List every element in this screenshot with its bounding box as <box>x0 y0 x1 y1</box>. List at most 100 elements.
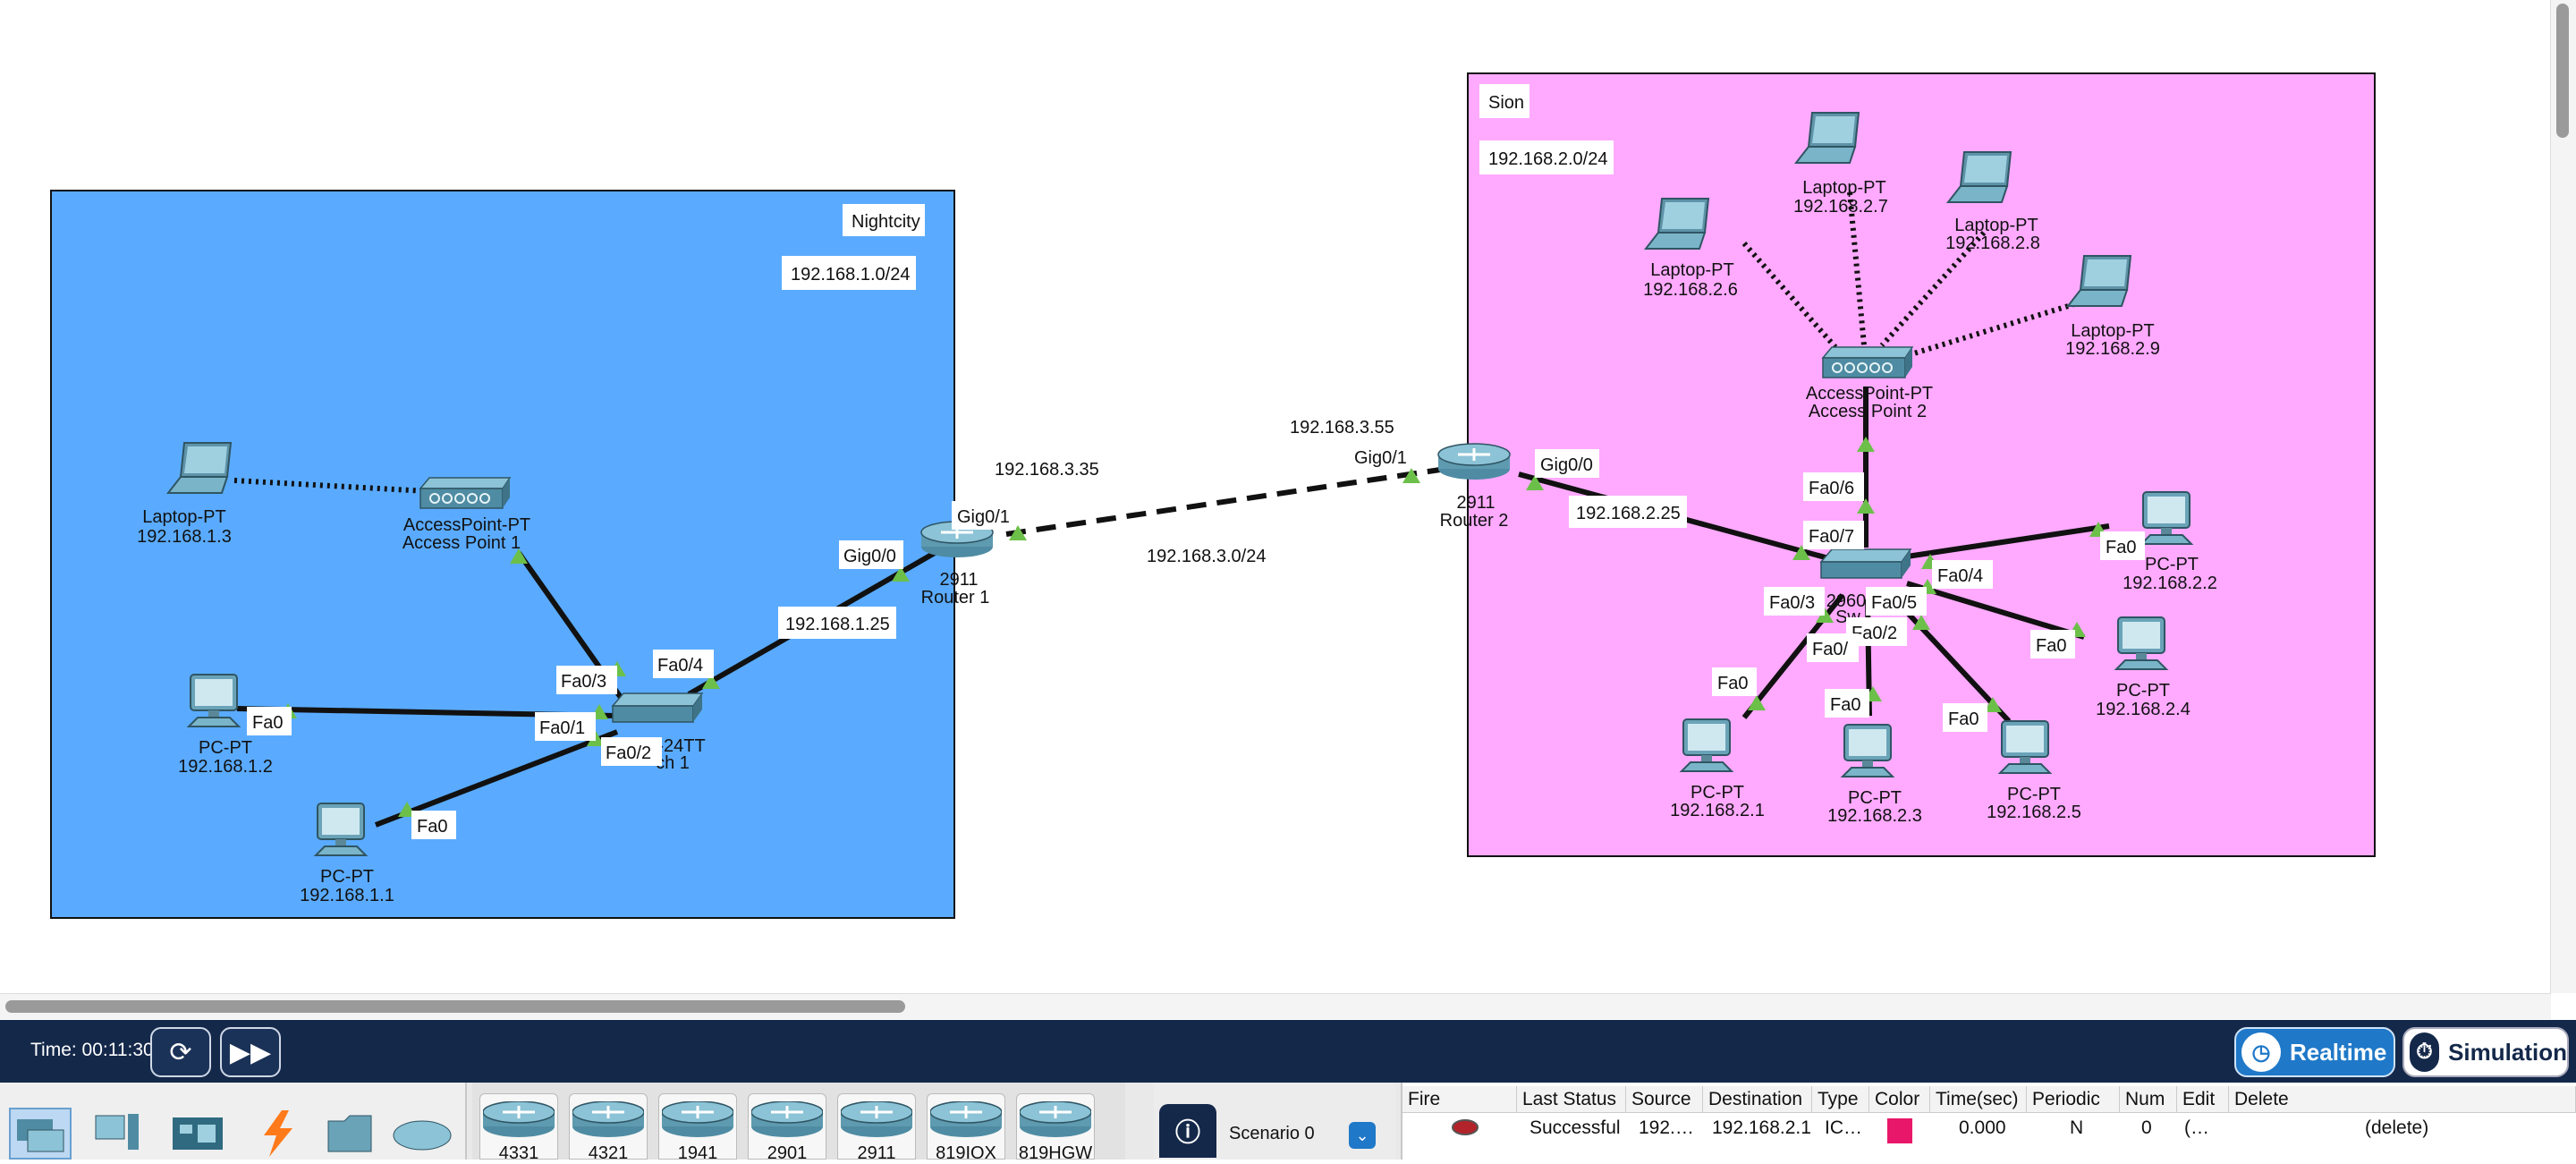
device-tile-819iox[interactable]: 819IOX <box>927 1093 1005 1163</box>
svg-text:Fa0: Fa0 <box>1717 674 1748 693</box>
device-model-list: 4331 4321 1941 2901 2911 819IOX 819HGW <box>472 1083 1125 1163</box>
pdu-header-time: Time(sec) <box>1930 1086 2027 1113</box>
pdu-list-table: Fire Last Status Source Destination Type… <box>1401 1083 2576 1160</box>
svg-text:Fa0: Fa0 <box>2106 538 2136 557</box>
pdu-header-type: Type <box>1812 1086 1869 1113</box>
svg-text:192.168.1.25: 192.168.1.25 <box>785 615 890 634</box>
svg-text:Laptop-PT: Laptop-PT <box>2071 321 2154 341</box>
components-category[interactable] <box>166 1108 229 1160</box>
pdu-header-destination: Destination <box>1703 1086 1812 1113</box>
sion-cluster[interactable] <box>1467 72 2376 857</box>
device-tile-819hgw[interactable]: 819HGW <box>1016 1093 1095 1163</box>
reset-clock-icon: ⟳ <box>169 1037 192 1067</box>
nightcity-subnet-box: 192.168.1.0/24 <box>782 256 916 290</box>
svg-text:2911: 2911 <box>1456 493 1495 513</box>
network-devices-category[interactable] <box>9 1108 72 1160</box>
scenario-dropdown-button[interactable]: ⌄ <box>1349 1122 1376 1149</box>
svg-text:Fa0/6: Fa0/6 <box>1809 479 1854 498</box>
pdu-destination: 192.168.2.1 <box>1712 1117 1811 1138</box>
simulation-mode-button[interactable]: ⏱ Simulation <box>2402 1027 2569 1077</box>
topology-workspace[interactable]: Nightcity 192.168.1.0/24 Sion 192.168.2.… <box>0 0 2576 1020</box>
multiuser-cloud-category[interactable] <box>390 1108 453 1160</box>
svg-text:192.168.2.6: 192.168.2.6 <box>1643 280 1738 300</box>
svg-text:Gig0/1: Gig0/1 <box>957 507 1010 527</box>
info-icon: ⓘ <box>1174 1118 1200 1146</box>
sion-subnet-box: 192.168.2.0/24 <box>1479 140 1614 174</box>
svg-text:Router 2: Router 2 <box>1440 511 1509 531</box>
chevron-down-icon: ⌄ <box>1355 1126 1369 1144</box>
device-tile-4331[interactable]: 4331 <box>479 1093 558 1163</box>
pdu-delete-button[interactable]: (delete) <box>2360 1115 2458 1142</box>
svg-text:2911: 2911 <box>939 570 978 590</box>
svg-text:192.168.3.0/24: 192.168.3.0/24 <box>1147 547 1266 566</box>
pdu-edit-button[interactable]: (… <box>2179 1115 2224 1142</box>
wan-router2-ip-label: 192.168.3.55 <box>1283 412 1399 442</box>
realtime-mode-button[interactable]: ◷ Realtime <box>2234 1027 2395 1077</box>
router1-lan-ip-label: 192.168.1.25 <box>778 607 896 639</box>
svg-text:Gig0/1: Gig0/1 <box>1354 448 1407 468</box>
pdu-header-edit: Edit <box>2177 1086 2229 1113</box>
svg-text:192.168.3.55: 192.168.3.55 <box>1290 418 1394 438</box>
pdu-type: IC… <box>1825 1117 1862 1138</box>
svg-text:Fa0/5: Fa0/5 <box>1871 593 1917 613</box>
vertical-scroll-thumb[interactable] <box>2556 4 2569 138</box>
svg-text:192.168.2.0/24: 192.168.2.0/24 <box>1488 149 1607 169</box>
svg-text:Fa0: Fa0 <box>252 713 283 733</box>
svg-text:AccessPoint-PT: AccessPoint-PT <box>403 515 530 535</box>
svg-text:Laptop-PT: Laptop-PT <box>1802 178 1885 198</box>
connections-category[interactable] <box>247 1108 309 1160</box>
svg-text:Fa0/7: Fa0/7 <box>1809 527 1854 547</box>
svg-text:Gig0/0: Gig0/0 <box>1540 455 1593 475</box>
device-tile-1941[interactable]: 1941 <box>658 1093 737 1163</box>
pdu-periodic: N <box>2070 1117 2084 1138</box>
svg-text:192.168.3.35: 192.168.3.35 <box>995 460 1099 480</box>
svg-text:192.168.1.0/24: 192.168.1.0/24 <box>791 265 910 285</box>
pdu-header-delete: Delete <box>2229 1086 2576 1113</box>
svg-text:Fa0: Fa0 <box>417 817 447 837</box>
svg-text:192.168.2.5: 192.168.2.5 <box>1987 803 2081 822</box>
end-devices-category[interactable] <box>86 1108 148 1160</box>
horizontal-scrollbar[interactable] <box>0 993 2551 1019</box>
pdu-source: 192.… <box>1639 1117 1694 1138</box>
svg-text:AccessPoint-PT: AccessPoint-PT <box>1806 384 1933 404</box>
fire-icon <box>1452 1119 1479 1135</box>
svg-text:Fa0/3: Fa0/3 <box>561 672 606 692</box>
svg-text:PC-PT: PC-PT <box>199 738 252 758</box>
device-tile-2911[interactable]: 2911 <box>837 1093 916 1163</box>
svg-text:192.168.2.4: 192.168.2.4 <box>2096 700 2190 719</box>
svg-text:192.168.2.2: 192.168.2.2 <box>2123 574 2217 593</box>
pdu-last-status: Successful <box>1530 1117 1621 1138</box>
pdu-header-fire: Fire <box>1402 1086 1517 1113</box>
svg-text:Laptop-PT: Laptop-PT <box>1954 216 2038 235</box>
router2-lan-ip-label: 192.168.2.25 <box>1569 496 1687 528</box>
nightcity-cluster[interactable] <box>50 190 955 919</box>
vertical-scrollbar[interactable] <box>2550 0 2576 993</box>
svg-text:Access Point 1: Access Point 1 <box>402 533 521 553</box>
simulation-toolbar: Time: 00:11:30 ⟳ ▶▶ ◷ Realtime ⏱ Simulat… <box>0 1020 2576 1083</box>
fire-button[interactable] <box>1442 1115 1496 1142</box>
scenario-select-value[interactable]: Scenario 0 <box>1229 1124 1315 1144</box>
reset-time-button[interactable]: ⟳ <box>150 1027 211 1077</box>
svg-text:Laptop-PT: Laptop-PT <box>1650 260 1733 280</box>
svg-text:Nightcity: Nightcity <box>852 212 920 232</box>
horizontal-scroll-thumb[interactable] <box>5 1000 905 1013</box>
svg-text:192.168.2.1: 192.168.2.1 <box>1670 801 1765 820</box>
svg-text:Fa0: Fa0 <box>2036 636 2066 656</box>
bottom-panel: 4331 4321 1941 2901 2911 819IOX 819HGW ⓘ… <box>0 1083 2576 1163</box>
fast-forward-button[interactable]: ▶▶ <box>220 1027 281 1077</box>
svg-text:Fa0/4: Fa0/4 <box>1937 566 1983 586</box>
svg-text:192.168.2.3: 192.168.2.3 <box>1827 806 1922 826</box>
svg-text:192.168.2.25: 192.168.2.25 <box>1576 504 1681 523</box>
svg-text:Fa0/3: Fa0/3 <box>1769 593 1815 613</box>
device-tile-4321[interactable]: 4321 <box>569 1093 648 1163</box>
info-button[interactable]: ⓘ <box>1159 1104 1216 1158</box>
svg-text:Access Point 2: Access Point 2 <box>1809 402 1927 421</box>
device-tile-2901[interactable]: 2901 <box>748 1093 826 1163</box>
pdu-header-num: Num <box>2120 1086 2177 1113</box>
miscellaneous-category[interactable] <box>318 1108 381 1160</box>
svg-text:PC-PT: PC-PT <box>1848 788 1902 808</box>
svg-text:Fa0/4: Fa0/4 <box>657 656 703 675</box>
svg-text:Router 1: Router 1 <box>921 588 990 607</box>
svg-text:192.168.1.2: 192.168.1.2 <box>178 757 273 777</box>
realtime-label: Realtime <box>2290 1038 2387 1066</box>
